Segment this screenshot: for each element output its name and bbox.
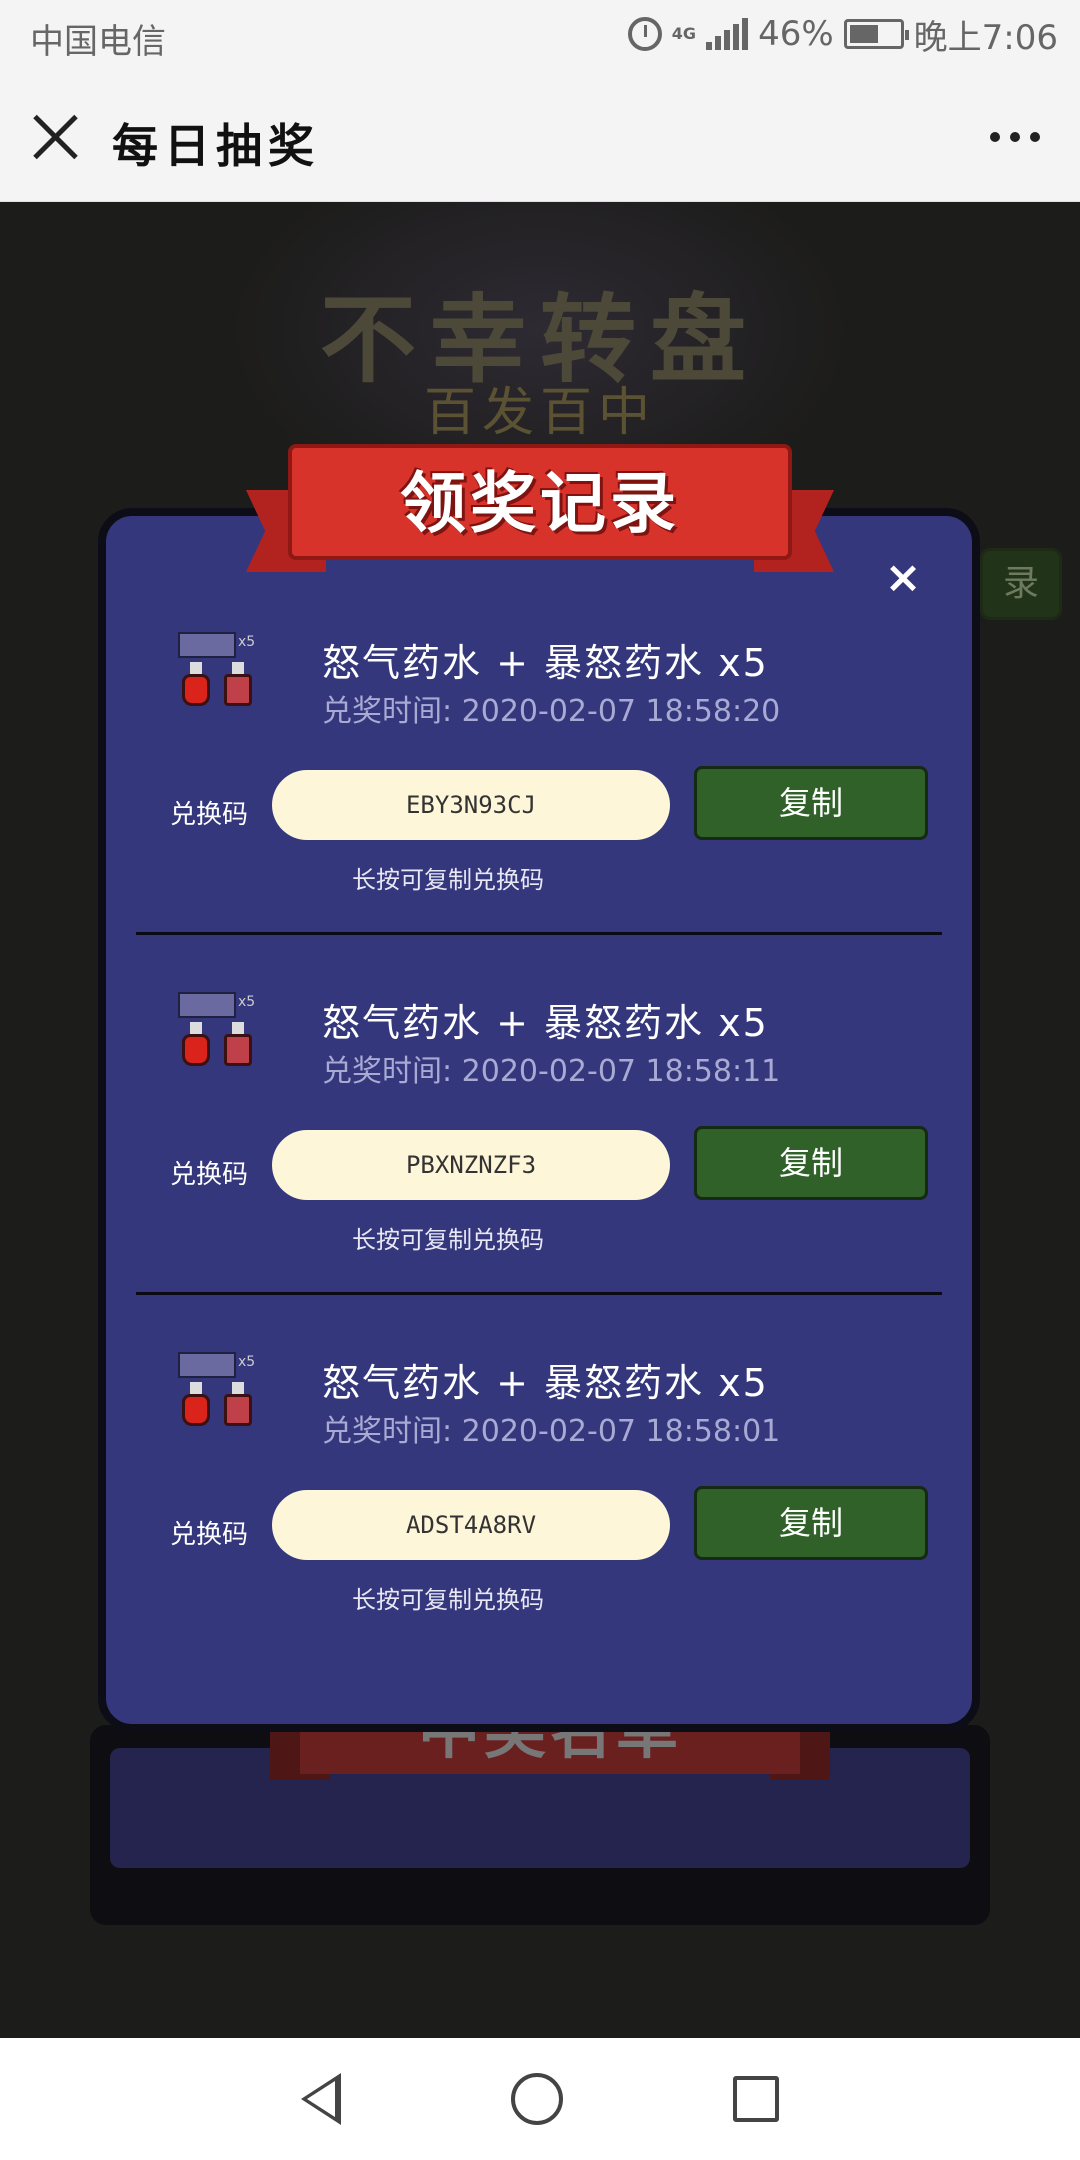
copy-button[interactable]: 复制 [694,1486,928,1560]
divider [136,932,942,935]
copy-hint: 长按可复制兑换码 [352,1226,544,1254]
network-label: 4G [671,24,697,43]
back-icon[interactable] [301,2073,341,2125]
code-label: 兑换码 [170,1160,249,1190]
prize-record: x5 怒气药水 + 暴怒药水 x5 兑奖时间: 2020-02-07 18:58… [106,632,972,992]
copy-button[interactable]: 复制 [694,1126,928,1200]
status-bar: 中国电信 4G 46% 晚上7:06 [0,0,1080,72]
modal-close-button[interactable]: × [880,555,926,601]
redeem-code-field[interactable]: EBY3N93CJ [272,770,670,840]
carrier-name: 中国电信 [30,22,166,62]
prize-name: 怒气药水 + 暴怒药水 x5 [322,1361,769,1405]
more-options-icon[interactable] [990,132,1040,142]
potion-icon: x5 [178,632,262,722]
prize-record: x5 怒气药水 + 暴怒药水 x5 兑奖时间: 2020-02-07 18:58… [106,1352,972,1712]
prize-name: 怒气药水 + 暴怒药水 x5 [322,641,769,685]
battery-icon [843,19,909,49]
redeem-time: 兑奖时间: 2020-02-07 18:58:20 [322,694,781,729]
divider [136,1292,942,1295]
prize-name: 怒气药水 + 暴怒药水 x5 [322,1001,769,1045]
copy-button[interactable]: 复制 [694,766,928,840]
recents-icon[interactable] [733,2076,779,2122]
code-label: 兑换码 [170,1520,249,1550]
status-indicators: 4G 46% 晚上7:06 [627,12,1058,58]
signal-icon [706,18,749,50]
close-icon[interactable] [30,112,80,162]
copy-hint: 长按可复制兑换码 [352,866,544,894]
redeem-code-field[interactable]: ADST4A8RV [272,1490,670,1560]
code-label: 兑换码 [170,800,249,830]
redeem-time: 兑奖时间: 2020-02-07 18:58:01 [322,1414,781,1449]
title-bar: 每日抽奖 [0,72,1080,202]
network-type: 4G [672,26,696,42]
system-nav-bar [0,2038,1080,2160]
potion-icon: x5 [178,992,262,1082]
modal-title: 领奖记录 [400,465,680,542]
alarm-icon [627,17,662,51]
clock: 晚上7:06 [913,17,1058,58]
home-icon[interactable] [511,2073,563,2125]
redeem-code-field[interactable]: PBXNZNZF3 [272,1130,670,1200]
copy-hint: 长按可复制兑换码 [352,1586,544,1614]
redeem-time: 兑奖时间: 2020-02-07 18:58:11 [322,1054,781,1089]
battery-percent: 46% [758,14,834,54]
game-subtitle: 百发百中 [423,383,656,443]
prize-record: x5 怒气药水 + 暴怒药水 x5 兑奖时间: 2020-02-07 18:58… [106,992,972,1352]
potion-icon: x5 [178,1352,262,1442]
record-side-button[interactable]: 录 [980,548,1062,620]
page-title: 每日抽奖 [112,119,320,173]
